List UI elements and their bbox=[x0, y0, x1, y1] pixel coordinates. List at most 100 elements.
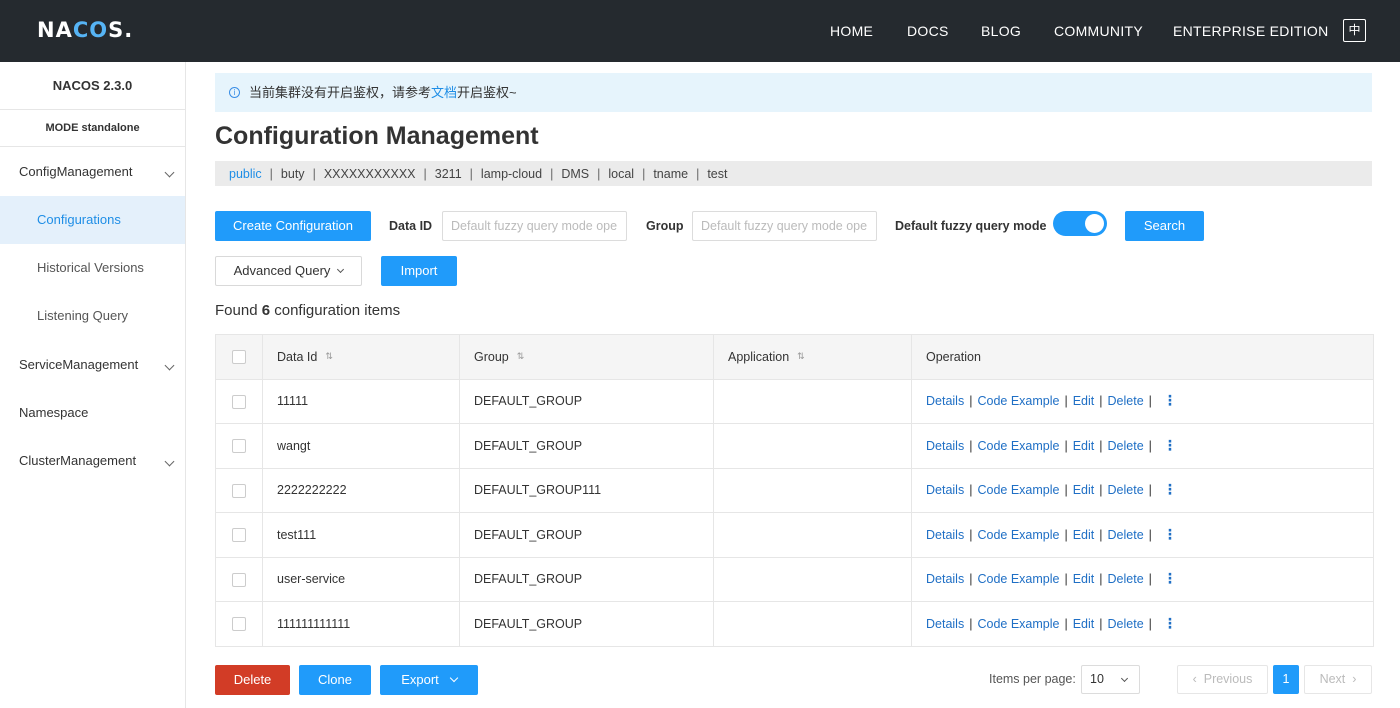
header-checkbox-cell bbox=[215, 334, 263, 380]
nav-enterprise-edition[interactable]: ENTERPRISE EDITION bbox=[1173, 23, 1329, 39]
fuzzy-query-toggle[interactable] bbox=[1053, 211, 1107, 236]
row-checkbox[interactable] bbox=[232, 483, 246, 498]
page-number-button[interactable]: 1 bbox=[1273, 665, 1299, 694]
previous-page-button[interactable]: ‹ Previous bbox=[1177, 665, 1268, 694]
create-configuration-button[interactable]: Create Configuration bbox=[215, 211, 371, 241]
details-link[interactable]: Details bbox=[926, 528, 964, 542]
select-all-checkbox[interactable] bbox=[232, 350, 246, 365]
delete-link[interactable]: Delete bbox=[1108, 617, 1144, 631]
sidebar-item-historical-versions[interactable]: Historical Versions bbox=[0, 244, 185, 292]
namespace-separator: | bbox=[423, 166, 427, 181]
delete-link[interactable]: Delete bbox=[1108, 394, 1144, 408]
chevron-left-icon: ‹ bbox=[1192, 672, 1197, 686]
sort-icon[interactable]: ⇅ bbox=[797, 352, 805, 362]
op-separator: | bbox=[1148, 483, 1152, 498]
namespace-dms[interactable]: DMS bbox=[561, 167, 589, 181]
details-link[interactable]: Details bbox=[926, 572, 964, 586]
nav-home[interactable]: HOME bbox=[830, 23, 873, 39]
column-header-group[interactable]: Group ⇅ bbox=[459, 334, 714, 380]
namespace-test[interactable]: test bbox=[707, 167, 727, 181]
row-checkbox[interactable] bbox=[232, 617, 246, 632]
code-example-link[interactable]: Code Example bbox=[977, 528, 1059, 542]
code-example-link[interactable]: Code Example bbox=[977, 617, 1059, 631]
row-checkbox[interactable] bbox=[232, 439, 246, 454]
sidebar-item-listening-query[interactable]: Listening Query bbox=[0, 292, 185, 340]
sidebar-item-configurations[interactable]: Configurations bbox=[0, 196, 185, 244]
namespace-separator: | bbox=[642, 166, 646, 181]
sidebar-item-cluster-management[interactable]: ClusterManagement bbox=[0, 437, 185, 485]
chevron-down-icon bbox=[164, 167, 175, 178]
nav-docs[interactable]: DOCS bbox=[907, 23, 949, 39]
more-vertical-icon[interactable]: ⋮ bbox=[1163, 438, 1177, 454]
details-link[interactable]: Details bbox=[926, 617, 964, 631]
search-button[interactable]: Search bbox=[1125, 211, 1204, 241]
details-link[interactable]: Details bbox=[926, 439, 964, 453]
more-vertical-icon[interactable]: ⋮ bbox=[1163, 482, 1177, 498]
nacos-logo[interactable]: NACOS. bbox=[37, 18, 133, 42]
edit-link[interactable]: Edit bbox=[1073, 483, 1095, 497]
namespace-local[interactable]: local bbox=[608, 167, 634, 181]
sidebar-item-label: ServiceManagement bbox=[19, 357, 139, 372]
edit-link[interactable]: Edit bbox=[1073, 394, 1095, 408]
sidebar-item-service-management[interactable]: ServiceManagement bbox=[0, 341, 185, 389]
notice-docs-link[interactable]: 文档 bbox=[431, 85, 457, 100]
edit-link[interactable]: Edit bbox=[1073, 439, 1095, 453]
more-vertical-icon[interactable]: ⋮ bbox=[1163, 616, 1177, 632]
bulk-delete-button[interactable]: Delete bbox=[215, 665, 290, 695]
group-input[interactable] bbox=[692, 211, 877, 241]
more-vertical-icon[interactable]: ⋮ bbox=[1163, 571, 1177, 587]
next-page-button[interactable]: Next › bbox=[1304, 665, 1372, 694]
row-checkbox[interactable] bbox=[232, 528, 246, 543]
delete-link[interactable]: Delete bbox=[1108, 572, 1144, 586]
code-example-link[interactable]: Code Example bbox=[977, 439, 1059, 453]
sidebar-item-label: Configurations bbox=[37, 212, 121, 227]
namespace-public[interactable]: public bbox=[229, 167, 262, 181]
data-id-input[interactable] bbox=[442, 211, 627, 241]
row-checkbox-cell bbox=[215, 556, 263, 602]
sidebar-item-label: Historical Versions bbox=[37, 260, 144, 275]
code-example-link[interactable]: Code Example bbox=[977, 572, 1059, 586]
nav-community[interactable]: COMMUNITY bbox=[1054, 23, 1143, 39]
row-checkbox[interactable] bbox=[232, 572, 246, 587]
namespace-tname[interactable]: tname bbox=[653, 167, 688, 181]
items-per-page-select[interactable]: 10 bbox=[1081, 665, 1140, 694]
column-header-label: Data Id bbox=[277, 349, 318, 364]
namespace-xxxxxxxxxxx[interactable]: XXXXXXXXXXX bbox=[324, 167, 416, 181]
column-header-data-id[interactable]: Data Id ⇅ bbox=[262, 334, 460, 380]
edit-link[interactable]: Edit bbox=[1073, 572, 1095, 586]
delete-link[interactable]: Delete bbox=[1108, 483, 1144, 497]
code-example-link[interactable]: Code Example bbox=[977, 483, 1059, 497]
edit-link[interactable]: Edit bbox=[1073, 617, 1095, 631]
column-header-application[interactable]: Application ⇅ bbox=[713, 334, 912, 380]
advanced-query-button[interactable]: Advanced Query bbox=[215, 256, 362, 286]
namespace-lamp-cloud[interactable]: lamp-cloud bbox=[481, 167, 542, 181]
details-link[interactable]: Details bbox=[926, 483, 964, 497]
cell-application bbox=[713, 601, 912, 647]
delete-link[interactable]: Delete bbox=[1108, 528, 1144, 542]
export-button[interactable]: Export bbox=[380, 665, 478, 695]
details-link[interactable]: Details bbox=[926, 394, 964, 408]
column-header-operation: Operation bbox=[911, 334, 1374, 380]
sidebar-version: NACOS 2.3.0 bbox=[0, 62, 185, 110]
language-switch-button[interactable]: 中 bbox=[1343, 19, 1366, 42]
sidebar-item-label: ConfigManagement bbox=[19, 164, 133, 179]
chevron-down-icon bbox=[337, 265, 345, 274]
import-button[interactable]: Import bbox=[381, 256, 457, 286]
sidebar-item-namespace[interactable]: Namespace bbox=[0, 389, 185, 437]
cell-application bbox=[713, 423, 912, 469]
found-count-text: Found 6 configuration items bbox=[215, 302, 400, 319]
edit-link[interactable]: Edit bbox=[1073, 528, 1095, 542]
row-checkbox[interactable] bbox=[232, 394, 246, 409]
delete-link[interactable]: Delete bbox=[1108, 439, 1144, 453]
more-vertical-icon[interactable]: ⋮ bbox=[1163, 393, 1177, 409]
op-separator: | bbox=[1099, 394, 1103, 409]
namespace-buty[interactable]: buty bbox=[281, 167, 305, 181]
namespace-3211[interactable]: 3211 bbox=[435, 167, 462, 181]
more-vertical-icon[interactable]: ⋮ bbox=[1163, 527, 1177, 543]
sort-icon[interactable]: ⇅ bbox=[517, 352, 525, 362]
sort-icon[interactable]: ⇅ bbox=[325, 352, 333, 362]
clone-button[interactable]: Clone bbox=[299, 665, 371, 695]
sidebar-item-config-management[interactable]: ConfigManagement bbox=[0, 148, 185, 196]
nav-blog[interactable]: BLOG bbox=[981, 23, 1021, 39]
code-example-link[interactable]: Code Example bbox=[977, 394, 1059, 408]
